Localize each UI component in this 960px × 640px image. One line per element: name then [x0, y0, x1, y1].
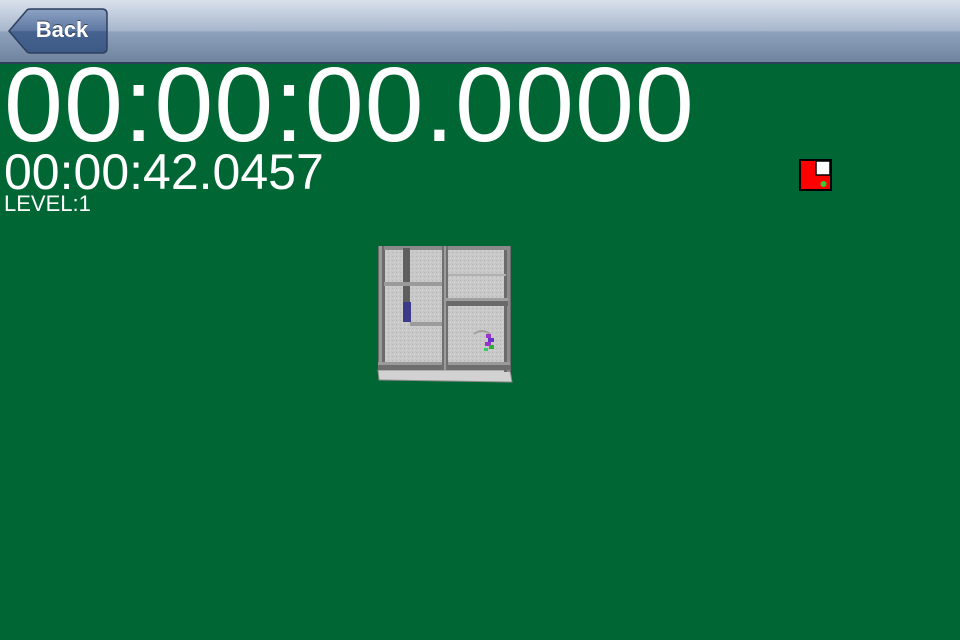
- maze-wall-inner-vertical: [403, 248, 410, 310]
- maze-wall-inner-horizontal-a: [384, 282, 442, 286]
- minimap-ball-marker: [820, 181, 827, 187]
- minimap-goal-cell: [815, 160, 831, 176]
- maze-base-front: [377, 369, 513, 383]
- best-time-display: 00:00:42.0457: [4, 144, 324, 200]
- level-indicator: LEVEL:1: [4, 191, 91, 216]
- elapsed-time-display: 00:00:00.0000: [4, 46, 695, 164]
- level-minimap-icon: [799, 159, 832, 191]
- maze-board[interactable]: [376, 244, 514, 384]
